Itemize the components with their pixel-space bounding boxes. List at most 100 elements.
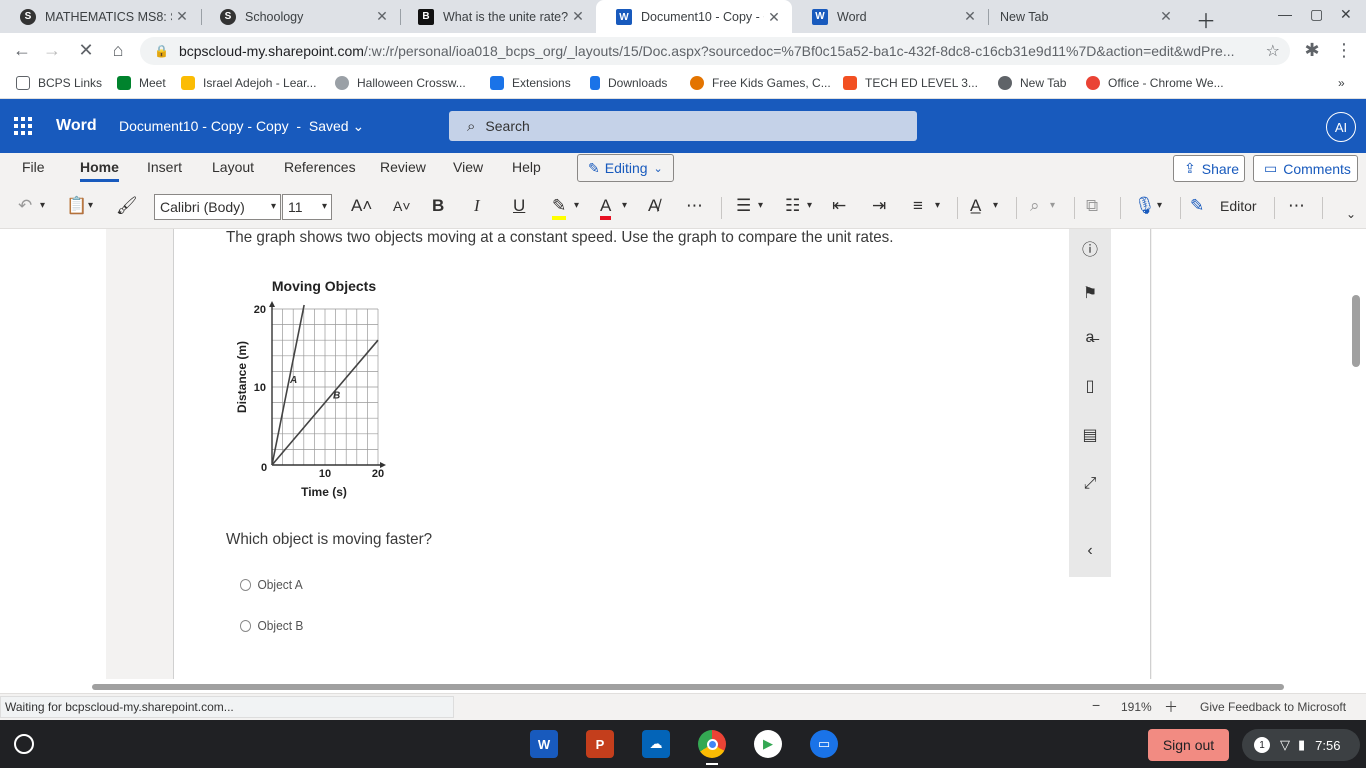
- feedback-link[interactable]: Give Feedback to Microsoft: [1200, 700, 1346, 714]
- comments-button[interactable]: ▭ Comments: [1253, 155, 1358, 182]
- bookmark-downloads[interactable]: Downloads: [590, 76, 667, 90]
- chevron-down-icon[interactable]: ▾: [88, 200, 93, 211]
- bookmark-bcps-links[interactable]: BCPS Links: [16, 76, 102, 90]
- info-icon[interactable]: ⓘ: [1082, 236, 1098, 260]
- close-icon[interactable]: ✕: [172, 8, 192, 25]
- bookmark-tech-ed[interactable]: TECH ED LEVEL 3...: [843, 76, 978, 90]
- tab-view[interactable]: View: [453, 159, 483, 175]
- notes-icon[interactable]: ▤: [1082, 425, 1098, 445]
- chevron-down-icon[interactable]: ▾: [574, 200, 579, 211]
- undo-icon[interactable]: ↶: [18, 196, 32, 216]
- bookmark-israel[interactable]: Israel Adejoh - Lear...: [181, 76, 316, 90]
- bookmark-extensions[interactable]: Extensions: [490, 76, 571, 90]
- zoom-out-icon[interactable]: −: [1092, 697, 1100, 713]
- align-icon[interactable]: ≡: [913, 196, 923, 216]
- editor-button[interactable]: Editor: [1220, 198, 1257, 214]
- document-title[interactable]: Document10 - Copy - Copy - Saved ⌄: [119, 118, 364, 135]
- fullscreen-icon[interactable]: ⤢: [1082, 475, 1098, 493]
- bookmark-halloween[interactable]: Halloween Crossw...: [335, 76, 466, 90]
- increase-indent-icon[interactable]: ⇥: [872, 196, 886, 216]
- italic-icon[interactable]: I: [474, 196, 480, 216]
- tab-references[interactable]: References: [284, 159, 356, 175]
- tab-review[interactable]: Review: [380, 159, 426, 175]
- decrease-indent-icon[interactable]: ⇤: [832, 196, 846, 216]
- underline-icon[interactable]: U: [513, 196, 525, 216]
- sign-out-button[interactable]: Sign out: [1148, 729, 1229, 761]
- clear-formatting-icon[interactable]: A̸: [648, 196, 659, 216]
- option-object-a[interactable]: Object A: [240, 577, 303, 592]
- clipboard-icon[interactable]: 📋: [66, 196, 87, 216]
- bullets-icon[interactable]: ☰: [736, 196, 751, 216]
- chevron-down-icon[interactable]: ▾: [1050, 200, 1055, 211]
- search-input[interactable]: ⌕ Search: [449, 111, 917, 141]
- vertical-scrollbar[interactable]: [1352, 295, 1360, 367]
- stop-icon[interactable]: ✕: [74, 40, 98, 61]
- strikethrough-icon[interactable]: a̶: [1082, 329, 1098, 347]
- more-bookmarks-icon[interactable]: »: [1338, 76, 1345, 90]
- more-options-icon[interactable]: ⋯: [1288, 196, 1305, 216]
- chevron-down-icon[interactable]: ▾: [993, 200, 998, 211]
- zoom-level[interactable]: 191%: [1121, 700, 1152, 714]
- lock-icon[interactable]: 🔒: [154, 44, 169, 58]
- avatar[interactable]: AI: [1326, 112, 1356, 142]
- tab-document10[interactable]: W Document10 - Copy - Co ✕: [596, 0, 792, 34]
- font-family-select[interactable]: Calibri (Body) ▾: [154, 194, 281, 220]
- app-launcher-icon[interactable]: [14, 117, 32, 135]
- chevron-down-icon[interactable]: ▾: [935, 200, 940, 211]
- home-icon[interactable]: ⌂: [106, 40, 130, 61]
- option-object-b[interactable]: Object B: [240, 618, 303, 633]
- expand-ribbon-icon[interactable]: ⌄: [1346, 207, 1356, 221]
- chevron-down-icon[interactable]: ▾: [1157, 200, 1162, 211]
- tab-mathematics[interactable]: S MATHEMATICS MS8: Se ✕: [0, 0, 200, 33]
- numbering-icon[interactable]: ☷: [785, 196, 800, 216]
- close-icon[interactable]: ✕: [764, 9, 784, 26]
- chevron-down-icon[interactable]: ▾: [40, 200, 45, 211]
- extensions-icon[interactable]: ✱: [1300, 40, 1324, 61]
- reuse-files-icon[interactable]: ⧉: [1086, 196, 1098, 216]
- window-close-icon[interactable]: ✕: [1340, 6, 1352, 23]
- tab-file[interactable]: File: [22, 159, 45, 175]
- editing-mode-button[interactable]: ✎ Editing ⌄: [577, 154, 674, 182]
- bookmark-meet[interactable]: Meet: [117, 76, 166, 90]
- close-icon[interactable]: ✕: [960, 8, 980, 25]
- files-app-icon[interactable]: ▭: [810, 730, 838, 758]
- play-store-app-icon[interactable]: ▶: [754, 730, 782, 758]
- format-painter-icon[interactable]: 🖌: [116, 196, 138, 216]
- grow-font-icon[interactable]: A˄: [351, 196, 372, 216]
- editor-icon[interactable]: ✎: [1190, 196, 1204, 216]
- bookmark-office[interactable]: Office - Chrome We...: [1086, 76, 1224, 90]
- chevron-down-icon[interactable]: ▾: [622, 200, 627, 211]
- styles-icon[interactable]: A̲: [970, 196, 981, 216]
- calculator-icon[interactable]: ▯: [1082, 376, 1098, 396]
- font-size-select[interactable]: 11 ▾: [282, 194, 332, 220]
- minimize-icon[interactable]: —: [1278, 6, 1292, 22]
- close-icon[interactable]: ✕: [1156, 8, 1176, 25]
- new-tab-icon[interactable]: ＋: [1196, 5, 1216, 34]
- more-font-icon[interactable]: ⋯: [686, 196, 703, 216]
- tab-unit-rate[interactable]: B What is the unite rate? - ✕: [398, 0, 596, 33]
- tab-layout[interactable]: Layout: [212, 159, 254, 175]
- highlight-icon[interactable]: ✎: [552, 196, 567, 220]
- back-icon[interactable]: ←: [10, 40, 34, 61]
- tab-insert[interactable]: Insert: [147, 159, 182, 175]
- chevron-down-icon[interactable]: ▾: [807, 200, 812, 211]
- launcher-icon[interactable]: [14, 734, 34, 754]
- address-input[interactable]: 🔒 bcpscloud-my.sharepoint.com/:w:/r/pers…: [140, 37, 1290, 65]
- chrome-app-icon[interactable]: [698, 730, 726, 758]
- document-canvas[interactable]: The graph shows two objects moving at a …: [0, 229, 1366, 679]
- radio-button[interactable]: [240, 578, 252, 591]
- bookmark-kids-games[interactable]: Free Kids Games, C...: [690, 76, 831, 90]
- maximize-icon[interactable]: ▢: [1310, 6, 1323, 23]
- zoom-in-icon[interactable]: ＋: [1164, 697, 1178, 717]
- bold-icon[interactable]: B: [432, 196, 444, 216]
- forward-icon[interactable]: →: [40, 40, 64, 61]
- chevron-down-icon[interactable]: ▾: [758, 200, 763, 211]
- close-icon[interactable]: ✕: [372, 8, 392, 25]
- collapse-icon[interactable]: ‹: [1082, 542, 1098, 560]
- tab-help[interactable]: Help: [512, 159, 541, 175]
- shrink-font-icon[interactable]: A˅: [393, 198, 411, 214]
- share-button[interactable]: ⇪ Share: [1173, 155, 1245, 182]
- close-icon[interactable]: ✕: [568, 8, 588, 25]
- dictate-icon[interactable]: 🎙: [1134, 196, 1156, 216]
- powerpoint-app-icon[interactable]: P: [586, 730, 614, 758]
